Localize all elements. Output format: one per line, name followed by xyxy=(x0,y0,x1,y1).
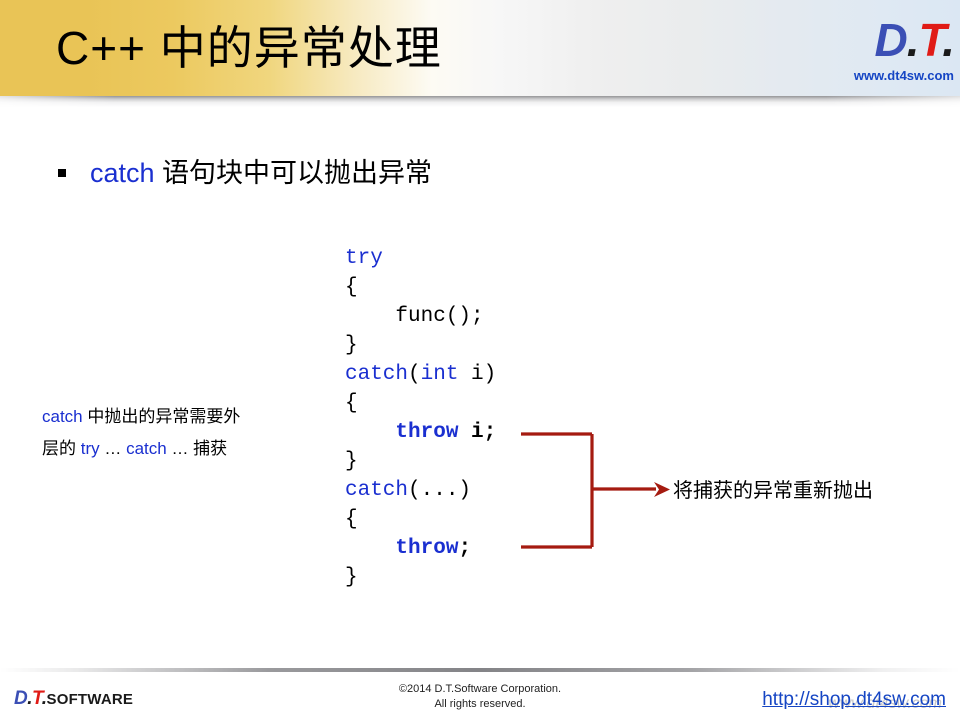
code-token: } xyxy=(345,566,358,589)
brand-logo-letter-d: D xyxy=(874,14,908,66)
code-token: i) xyxy=(458,363,497,386)
code-token: catch xyxy=(345,479,409,502)
brand-logo-dot-2: . xyxy=(942,14,955,66)
code-token: { xyxy=(345,276,358,299)
note-left-line-2-pre: 层的 xyxy=(42,439,81,458)
bullet-item-label: catch 语句块中可以抛出异常 xyxy=(90,156,432,190)
brand-logo-mark: D.T. xyxy=(810,14,955,66)
note-right: 将捕获的异常重新抛出 xyxy=(673,480,873,502)
code-line: } xyxy=(345,563,496,592)
bullet-item: catch 语句块中可以抛出异常 xyxy=(58,156,432,190)
code-line: func(); xyxy=(345,302,496,331)
note-left-keyword-catch-2: catch xyxy=(126,439,167,458)
code-token: try xyxy=(345,247,383,270)
code-token: throw xyxy=(395,421,459,444)
code-line: { xyxy=(345,273,496,302)
code-line: catch(int i) xyxy=(345,360,496,389)
code-line: catch(...) xyxy=(345,476,496,505)
note-left: catch 中抛出的异常需要外 层的 try … catch … 捕获 xyxy=(42,401,322,465)
code-sample: try{ func();} catch(int i){ throw i;} catc… xyxy=(345,244,496,592)
footer-shop-link[interactable]: http://shop.dt4sw.com xyxy=(762,688,946,712)
code-token: i; xyxy=(458,421,497,444)
code-token: int xyxy=(420,363,459,386)
code-line: { xyxy=(345,505,496,534)
code-token: throw xyxy=(395,537,459,560)
code-token: catch xyxy=(345,363,409,386)
note-left-keyword-try: try xyxy=(80,439,100,458)
note-left-ellipsis-2: … xyxy=(166,439,194,458)
note-left-line-1-rest: 中抛出的异常需要外 xyxy=(82,407,241,426)
note-left-line-1: catch 中抛出的异常需要外 xyxy=(42,401,322,433)
note-left-line-2: 层的 try … catch … 捕获 xyxy=(42,433,322,465)
code-line: { xyxy=(345,389,496,418)
bullet-keyword: catch xyxy=(90,158,155,188)
brand-logo: D.T. www.dt4sw.com xyxy=(810,14,955,92)
bullet-square-icon xyxy=(58,169,66,177)
code-token: func(); xyxy=(345,305,484,328)
brand-logo-url: www.dt4sw.com xyxy=(853,68,954,83)
code-line: try xyxy=(345,244,496,273)
code-token: } xyxy=(345,334,358,357)
code-token: } xyxy=(345,450,358,473)
note-left-line-2-end: 捕获 xyxy=(193,439,228,458)
code-token: ( xyxy=(408,363,421,386)
code-line: throw; xyxy=(345,534,496,563)
page-title: C++ 中的异常处理 xyxy=(56,22,442,74)
bullet-rest: 语句块中可以抛出异常 xyxy=(154,158,433,188)
footer-divider xyxy=(0,668,960,672)
note-left-keyword-catch: catch xyxy=(42,407,83,426)
code-token: (...) xyxy=(408,479,472,502)
code-line: } xyxy=(345,447,496,476)
code-token: { xyxy=(345,508,358,531)
code-line: } xyxy=(345,331,496,360)
note-left-ellipsis-1: … xyxy=(99,439,127,458)
code-line: throw i; xyxy=(345,418,496,447)
connector-arrow-head-icon xyxy=(654,482,670,497)
brand-logo-dot-1: . xyxy=(906,14,920,66)
header-shadow-divider xyxy=(0,96,960,107)
code-token: { xyxy=(345,392,358,415)
code-token: ; xyxy=(458,537,472,560)
brand-logo-letter-t: T xyxy=(918,14,944,66)
